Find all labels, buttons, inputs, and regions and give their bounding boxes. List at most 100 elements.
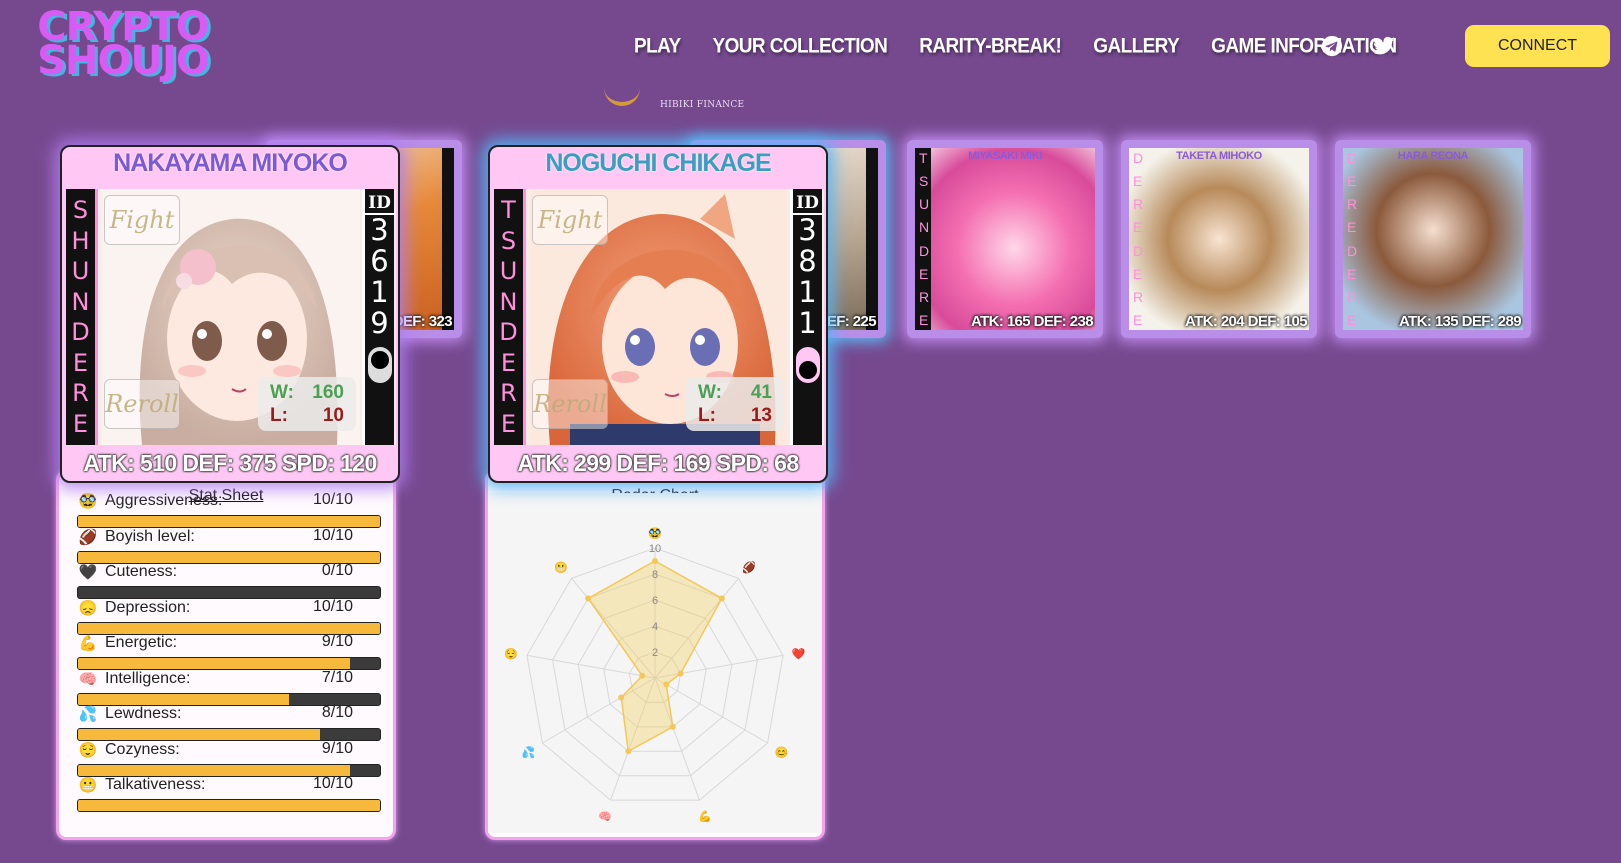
main-nav: PLAY YOUR COLLECTION RARITY-BREAK! GALLE…: [634, 35, 1397, 60]
reroll-button[interactable]: Reroll: [532, 379, 608, 429]
card-stats: ATK: 299 DEF: 169 SPD: 68: [517, 450, 799, 476]
radar-tick-label: 8: [652, 569, 658, 581]
card-type-column: TSUNDERE: [494, 189, 526, 445]
logo[interactable]: CRYPTO SHOUJO: [24, 7, 222, 84]
fight-button[interactable]: Fight: [104, 195, 180, 245]
thumb-stats: ATK: 204 DEF: 105: [1184, 313, 1308, 330]
losses-label: L:: [698, 405, 716, 426]
nav-rarity-break[interactable]: RARITY-BREAK!: [919, 35, 1062, 60]
radar-axis-icon: 😌: [504, 648, 518, 661]
thumb-card-taketa-mihoko[interactable]: DEREDERE TAKETA MIHOKO ATK: 204 DEF: 105: [1121, 140, 1317, 338]
radar-point: [718, 595, 725, 602]
stat-label: Cuteness:: [105, 563, 178, 580]
card-name: NAKAYAMA MIYOKO: [113, 149, 348, 177]
stat-label: Cozyness:: [105, 740, 180, 758]
radar-axis-icon: 💦: [522, 745, 536, 759]
radar-point: [652, 558, 658, 564]
nav-game-information[interactable]: GAME INFORMATION: [1211, 35, 1397, 60]
radar-point: [625, 748, 632, 755]
card-name: NOGUCHI CHIKAGE: [545, 149, 771, 177]
radar-point: [669, 723, 676, 730]
id-label: ID: [793, 193, 822, 215]
win-loss-box: W: 160 L: 10: [258, 377, 356, 431]
connect-button[interactable]: CONNECT: [1465, 25, 1610, 67]
nav-your-collection[interactable]: YOUR COLLECTION: [713, 35, 888, 60]
stat-row: 🥸 Aggressiveness: 10/10: [77, 491, 381, 528]
stat-value: 0/10: [321, 562, 353, 579]
wins-label: W:: [698, 382, 722, 403]
telegram-icon[interactable]: [1320, 34, 1344, 58]
stat-bar-fill: [78, 658, 350, 669]
radar-axis-icon: 😊: [775, 746, 789, 759]
stat-bar-fill: [78, 516, 380, 527]
radar-point: [585, 595, 592, 602]
card-stats: ATK: 510 DEF: 375 SPD: 120: [83, 450, 377, 476]
stat-row: 💪 Energetic: 9/10: [77, 633, 381, 670]
id-label: ID: [365, 193, 394, 215]
thumb-stats: DEF: 323: [392, 313, 453, 330]
radar-axis-icon: 🧠: [598, 810, 612, 823]
toggle-switch[interactable]: [795, 347, 820, 383]
thumb-stats: ATK: 135 DEF: 289: [1398, 313, 1522, 330]
radar-axis-icon: 🥸: [648, 527, 662, 540]
thumb-card-hara-reona[interactable]: DEREDERE HARA REONA ATK: 135 DEF: 289: [1335, 140, 1531, 338]
stat-bar-fill: [78, 693, 290, 705]
stat-label: Talkativeness:: [105, 776, 206, 793]
win-loss-box: W: 41 L: 13: [686, 377, 784, 431]
stat-row: 🏈 Boyish level: 10/10: [77, 527, 381, 564]
card-id-column: ID 3811: [790, 189, 822, 445]
thumb-name: HARA REONA: [1397, 150, 1469, 162]
stat-value: 10/10: [312, 491, 353, 508]
thumb-type: TSUNDERE: [919, 150, 930, 328]
thumb-name: TAKETA MIHOKO: [1176, 150, 1262, 162]
radar-tick-label: 6: [652, 595, 658, 607]
sponsor-text: HIBIKI FINANCE: [660, 100, 745, 110]
stat-value: 10/10: [312, 526, 353, 544]
stat-row: 😌 Cozyness: 9/10: [77, 740, 381, 777]
losses-label: L:: [270, 405, 288, 426]
stat-row: 😬 Talkativeness: 10/10: [77, 775, 381, 812]
card-noguchi-chikage[interactable]: NOGUCHI CHIKAGE TSUNDERE ID 3811 Fight R…: [488, 145, 828, 483]
radar-axis-icon: 😬: [554, 561, 568, 574]
twitter-icon[interactable]: [1372, 34, 1396, 58]
radar-axis-icon: 💪: [698, 810, 712, 823]
stat-icon: 💪: [78, 635, 98, 652]
card-type-column: SHUNDERE: [66, 189, 98, 445]
thumb-card-miyasaki-miki[interactable]: TSUNDERE MIYASAKI MIKI ATK: 165 DEF: 238: [907, 140, 1103, 338]
wins-value: 41: [750, 382, 772, 403]
radar-point: [618, 694, 625, 701]
reroll-button[interactable]: Reroll: [104, 379, 180, 429]
stat-sheet-panel: Stat Sheet 🥸 Aggressiveness: 10/10 🏈 Boyish …: [56, 470, 396, 840]
stat-icon: 😬: [78, 777, 98, 794]
stat-value: 10/10: [312, 775, 353, 792]
stat-label: Aggressiveness:: [105, 492, 223, 509]
stat-row: 🖤 Cuteness: 0/10: [77, 562, 381, 599]
stat-icon: 🧠: [78, 670, 98, 688]
thumb-name: MIYASAKI MIKI: [968, 150, 1042, 162]
logo-line2: SHOUJO: [37, 38, 210, 84]
card-nakayama-miyoko[interactable]: NAKAYAMA MIYOKO SHUNDERE ID 3619 Fight R…: [60, 145, 400, 483]
radar-tick-label: 2: [652, 647, 658, 659]
radar-axis-icon: ❤️: [792, 648, 806, 661]
stat-label: Boyish level:: [105, 527, 195, 545]
stat-bar-fill: [78, 729, 320, 740]
stat-label: Intelligence:: [105, 669, 191, 687]
stat-icon: 🏈: [78, 528, 98, 546]
losses-value: 13: [750, 405, 772, 426]
stat-label: Depression:: [105, 598, 191, 616]
radar-axis-icon: 🏈: [742, 561, 756, 574]
radar-point: [639, 672, 646, 679]
radar-chart: 2 4 6 8 10 🥸 🏈 ❤️ 😊 💪 🧠 💦 😌 😬: [488, 493, 822, 833]
stat-value: 7/10: [321, 668, 353, 686]
nav-gallery[interactable]: GALLERY: [1093, 35, 1179, 60]
stat-row: 😞 Depression: 10/10: [77, 598, 381, 635]
thumb-type: DEREDERE: [1133, 150, 1144, 328]
stat-value: 9/10: [321, 739, 353, 757]
fight-button[interactable]: Fight: [532, 195, 608, 245]
nav-play[interactable]: PLAY: [634, 35, 681, 60]
sponsor-logo-icon: [604, 82, 640, 106]
stat-row: 💦 Lewdness: 8/10: [77, 704, 381, 741]
radar-point: [677, 670, 684, 677]
toggle-switch[interactable]: [367, 347, 392, 383]
stat-value: 10/10: [312, 597, 353, 615]
